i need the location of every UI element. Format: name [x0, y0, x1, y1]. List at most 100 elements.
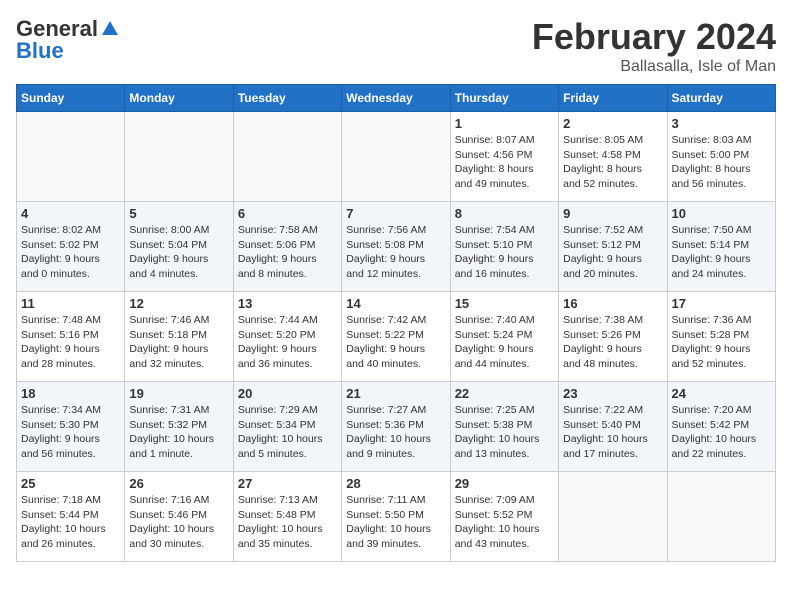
logo-icon — [100, 19, 120, 39]
logo: General Blue — [16, 16, 120, 64]
calendar-cell: 2 Sunrise: 8:05 AM Sunset: 4:58 PM Daylig… — [559, 112, 667, 202]
day-info: Sunrise: 7:40 AM Sunset: 5:24 PM Dayligh… — [455, 313, 554, 372]
weekday-header-friday: Friday — [559, 85, 667, 112]
header: General Blue February 2024 Ballasalla, I… — [16, 16, 776, 76]
title-area: February 2024 Ballasalla, Isle of Man — [532, 16, 776, 76]
weekday-header-sunday: Sunday — [17, 85, 125, 112]
day-info: Sunrise: 7:20 AM Sunset: 5:42 PM Dayligh… — [672, 403, 771, 462]
day-number: 11 — [21, 296, 120, 311]
day-number: 19 — [129, 386, 228, 401]
calendar-cell: 28 Sunrise: 7:11 AM Sunset: 5:50 PM Dayli… — [342, 472, 450, 562]
calendar-cell: 5Sunrise: 8:00 AM Sunset: 5:04 PM Daylig… — [125, 202, 233, 292]
day-info: Sunrise: 7:58 AM Sunset: 5:06 PM Dayligh… — [238, 223, 337, 282]
calendar-cell: 17Sunrise: 7:36 AM Sunset: 5:28 PM Dayli… — [667, 292, 775, 382]
calendar-cell: 22 Sunrise: 7:25 AM Sunset: 5:38 PM Dayli… — [450, 382, 558, 472]
day-info: Sunrise: 7:31 AM Sunset: 5:32 PM Dayligh… — [129, 403, 228, 462]
day-info: Sunrise: 7:13 AM Sunset: 5:48 PM Dayligh… — [238, 493, 337, 552]
day-info: Sunrise: 7:42 AM Sunset: 5:22 PM Dayligh… — [346, 313, 445, 372]
day-number: 13 — [238, 296, 337, 311]
day-info: Sunrise: 7:18 AM Sunset: 5:44 PM Dayligh… — [21, 493, 120, 552]
day-number: 4 — [21, 206, 120, 221]
calendar-cell — [17, 112, 125, 202]
day-number: 21 — [346, 386, 445, 401]
calendar-week-row: 4 Sunrise: 8:02 AM Sunset: 5:02 PM Daylig… — [17, 202, 776, 292]
day-info: Sunrise: 8:03 AM Sunset: 5:00 PM Dayligh… — [672, 133, 771, 192]
day-info: Sunrise: 7:22 AM Sunset: 5:40 PM Dayligh… — [563, 403, 662, 462]
day-info: Sunrise: 7:54 AM Sunset: 5:10 PM Dayligh… — [455, 223, 554, 282]
day-info: Sunrise: 7:11 AM Sunset: 5:50 PM Dayligh… — [346, 493, 445, 552]
calendar-cell: 10 Sunrise: 7:50 AM Sunset: 5:14 PM Dayli… — [667, 202, 775, 292]
weekday-header-wednesday: Wednesday — [342, 85, 450, 112]
calendar-cell: 16 Sunrise: 7:38 AM Sunset: 5:26 PM Dayli… — [559, 292, 667, 382]
calendar-cell: 14 Sunrise: 7:42 AM Sunset: 5:22 PM Dayli… — [342, 292, 450, 382]
calendar-week-row: 1 Sunrise: 8:07 AM Sunset: 4:56 PM Daylig… — [17, 112, 776, 202]
weekday-header-monday: Monday — [125, 85, 233, 112]
calendar-cell: 6 Sunrise: 7:58 AM Sunset: 5:06 PM Daylig… — [233, 202, 341, 292]
day-number: 8 — [455, 206, 554, 221]
calendar-cell: 13 Sunrise: 7:44 AM Sunset: 5:20 PM Dayli… — [233, 292, 341, 382]
day-info: Sunrise: 7:46 AM Sunset: 5:18 PM Dayligh… — [129, 313, 228, 372]
calendar-cell: 29Sunrise: 7:09 AM Sunset: 5:52 PM Dayli… — [450, 472, 558, 562]
calendar-cell — [559, 472, 667, 562]
calendar-cell: 23Sunrise: 7:22 AM Sunset: 5:40 PM Dayli… — [559, 382, 667, 472]
day-number: 22 — [455, 386, 554, 401]
day-number: 2 — [563, 116, 662, 131]
day-number: 17 — [672, 296, 771, 311]
day-number: 29 — [455, 476, 554, 491]
day-info: Sunrise: 7:44 AM Sunset: 5:20 PM Dayligh… — [238, 313, 337, 372]
day-info: Sunrise: 7:38 AM Sunset: 5:26 PM Dayligh… — [563, 313, 662, 372]
day-info: Sunrise: 7:16 AM Sunset: 5:46 PM Dayligh… — [129, 493, 228, 552]
day-number: 14 — [346, 296, 445, 311]
day-info: Sunrise: 7:52 AM Sunset: 5:12 PM Dayligh… — [563, 223, 662, 282]
day-number: 28 — [346, 476, 445, 491]
title-month: February 2024 — [532, 16, 776, 58]
calendar-cell: 20 Sunrise: 7:29 AM Sunset: 5:34 PM Dayli… — [233, 382, 341, 472]
calendar-cell: 26 Sunrise: 7:16 AM Sunset: 5:46 PM Dayli… — [125, 472, 233, 562]
day-info: Sunrise: 8:07 AM Sunset: 4:56 PM Dayligh… — [455, 133, 554, 192]
calendar-cell: 27Sunrise: 7:13 AM Sunset: 5:48 PM Dayli… — [233, 472, 341, 562]
calendar-cell: 19 Sunrise: 7:31 AM Sunset: 5:32 PM Dayli… — [125, 382, 233, 472]
day-info: Sunrise: 7:29 AM Sunset: 5:34 PM Dayligh… — [238, 403, 337, 462]
calendar-cell: 15 Sunrise: 7:40 AM Sunset: 5:24 PM Dayli… — [450, 292, 558, 382]
title-location: Ballasalla, Isle of Man — [532, 58, 776, 76]
day-info: Sunrise: 7:48 AM Sunset: 5:16 PM Dayligh… — [21, 313, 120, 372]
day-number: 3 — [672, 116, 771, 131]
weekday-header-saturday: Saturday — [667, 85, 775, 112]
day-info: Sunrise: 8:05 AM Sunset: 4:58 PM Dayligh… — [563, 133, 662, 192]
calendar-cell: 4 Sunrise: 8:02 AM Sunset: 5:02 PM Daylig… — [17, 202, 125, 292]
day-number: 26 — [129, 476, 228, 491]
day-number: 6 — [238, 206, 337, 221]
day-number: 1 — [455, 116, 554, 131]
day-number: 10 — [672, 206, 771, 221]
weekday-header-row: SundayMondayTuesdayWednesdayThursdayFrid… — [17, 85, 776, 112]
day-info: Sunrise: 7:27 AM Sunset: 5:36 PM Dayligh… — [346, 403, 445, 462]
day-info: Sunrise: 7:25 AM Sunset: 5:38 PM Dayligh… — [455, 403, 554, 462]
day-number: 20 — [238, 386, 337, 401]
day-info: Sunrise: 7:50 AM Sunset: 5:14 PM Dayligh… — [672, 223, 771, 282]
weekday-header-tuesday: Tuesday — [233, 85, 341, 112]
calendar-cell — [233, 112, 341, 202]
day-number: 24 — [672, 386, 771, 401]
day-number: 16 — [563, 296, 662, 311]
calendar-week-row: 18Sunrise: 7:34 AM Sunset: 5:30 PM Dayli… — [17, 382, 776, 472]
day-info: Sunrise: 8:02 AM Sunset: 5:02 PM Dayligh… — [21, 223, 120, 282]
calendar-cell: 1 Sunrise: 8:07 AM Sunset: 4:56 PM Daylig… — [450, 112, 558, 202]
day-number: 25 — [21, 476, 120, 491]
calendar-cell: 21 Sunrise: 7:27 AM Sunset: 5:36 PM Dayli… — [342, 382, 450, 472]
calendar-week-row: 25 Sunrise: 7:18 AM Sunset: 5:44 PM Dayli… — [17, 472, 776, 562]
day-number: 5 — [129, 206, 228, 221]
calendar-cell: 25 Sunrise: 7:18 AM Sunset: 5:44 PM Dayli… — [17, 472, 125, 562]
calendar-cell: 8 Sunrise: 7:54 AM Sunset: 5:10 PM Daylig… — [450, 202, 558, 292]
day-number: 15 — [455, 296, 554, 311]
weekday-header-thursday: Thursday — [450, 85, 558, 112]
calendar-cell — [342, 112, 450, 202]
calendar-cell — [125, 112, 233, 202]
calendar-cell: 3 Sunrise: 8:03 AM Sunset: 5:00 PM Daylig… — [667, 112, 775, 202]
calendar-cell: 12Sunrise: 7:46 AM Sunset: 5:18 PM Dayli… — [125, 292, 233, 382]
calendar-cell: 7Sunrise: 7:56 AM Sunset: 5:08 PM Daylig… — [342, 202, 450, 292]
day-info: Sunrise: 7:34 AM Sunset: 5:30 PM Dayligh… — [21, 403, 120, 462]
calendar-week-row: 11 Sunrise: 7:48 AM Sunset: 5:16 PM Dayli… — [17, 292, 776, 382]
day-number: 9 — [563, 206, 662, 221]
calendar-cell: 11 Sunrise: 7:48 AM Sunset: 5:16 PM Dayli… — [17, 292, 125, 382]
day-info: Sunrise: 7:56 AM Sunset: 5:08 PM Dayligh… — [346, 223, 445, 282]
